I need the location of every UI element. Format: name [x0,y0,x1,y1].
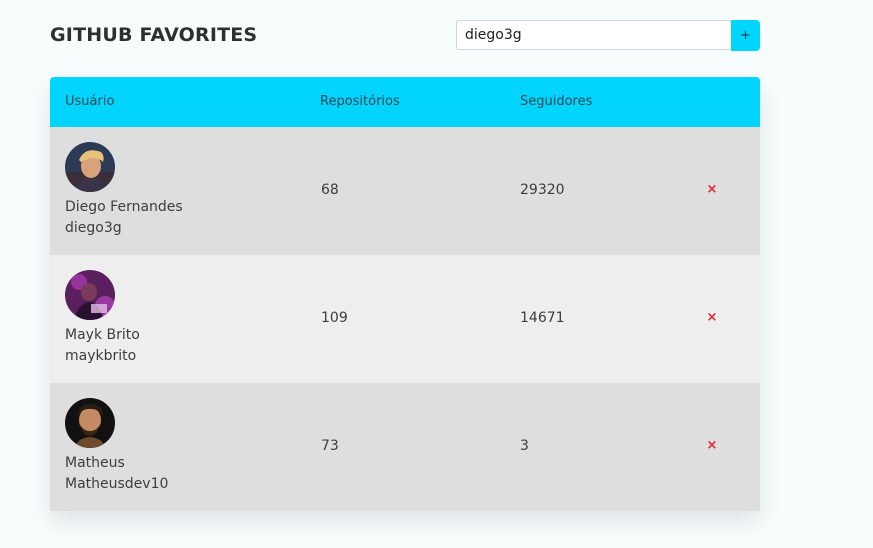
user-name: Mayk Brito [65,327,140,343]
search-input[interactable] [456,20,730,50]
column-header-user: Usuário [65,94,115,109]
column-header-repositories: Repositórios [320,94,400,109]
table-row: Mayk Brito maykbrito 109 14671 × [50,255,760,383]
favorites-table: Usuário Repositórios Seguidores Diego Fe… [50,77,760,511]
user-name: Matheus [65,455,125,471]
repositories-count: 73 [321,438,339,454]
table-row: Diego Fernandes diego3g 68 29320 × [50,127,760,255]
column-header-followers: Seguidores [520,94,593,109]
page-title: GITHUB FAVORITES [50,24,258,46]
followers-count: 3 [520,438,529,454]
remove-favorite-button[interactable]: × [704,309,720,327]
avatar [65,270,115,320]
avatar [65,398,115,448]
user-login: maykbrito [65,348,137,364]
search-bar: + [456,20,760,52]
repositories-count: 109 [321,310,348,326]
remove-favorite-button[interactable]: × [704,181,720,199]
remove-favorite-button[interactable]: × [704,437,720,455]
user-login: diego3g [65,220,122,236]
user-login: Matheusdev10 [65,476,169,492]
table-header: Usuário Repositórios Seguidores [50,77,760,127]
followers-count: 29320 [520,182,565,198]
repositories-count: 68 [321,182,339,198]
app: GITHUB FAVORITES + Usuário Repositórios … [0,0,873,548]
table-row: Matheus Matheusdev10 73 3 × [50,383,760,511]
user-name: Diego Fernandes [65,199,183,215]
avatar [65,142,115,192]
add-favorite-button[interactable]: + [731,20,760,51]
followers-count: 14671 [520,310,565,326]
header: GITHUB FAVORITES + [50,20,760,52]
